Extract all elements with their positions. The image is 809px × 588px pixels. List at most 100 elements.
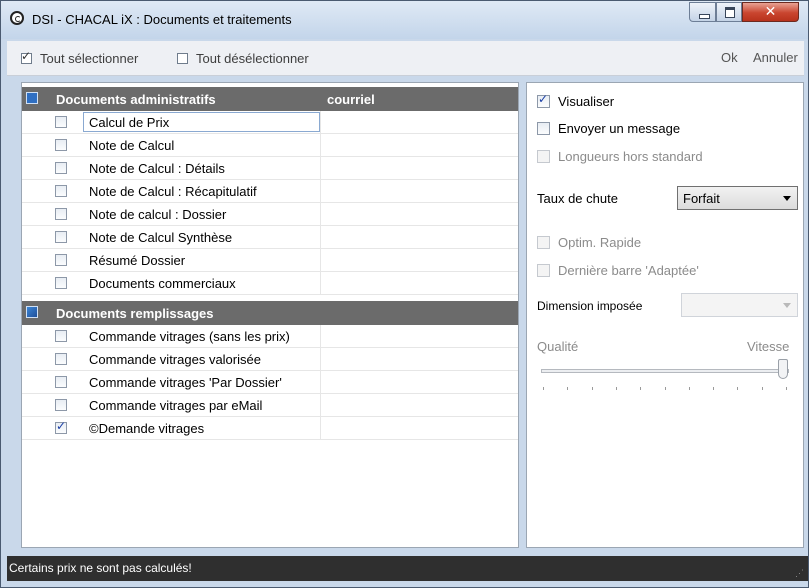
- document-checkbox[interactable]: [55, 208, 67, 220]
- document-checkbox[interactable]: [55, 185, 67, 197]
- quality-label: Qualité: [537, 339, 579, 354]
- quality-speed-slider-thumb[interactable]: [778, 359, 788, 379]
- column-separator: [320, 394, 321, 417]
- column-header-courriel: courriel: [327, 92, 375, 107]
- column-separator: [320, 417, 321, 440]
- document-label: Note de calcul : Dossier: [89, 207, 227, 222]
- slider-tick: [688, 387, 690, 390]
- document-row[interactable]: Note de Calcul : Détails: [22, 157, 518, 180]
- quick-optim-checkbox[interactable]: Optim. Rapide: [537, 235, 641, 250]
- document-row[interactable]: Commande vitrages valorisée: [22, 348, 518, 371]
- document-row[interactable]: Note de Calcul Synthèse: [22, 226, 518, 249]
- visualize-label: Visualiser: [558, 94, 615, 109]
- slider-tick: [591, 387, 593, 390]
- status-message: Certains prix ne sont pas calculés!: [9, 561, 192, 575]
- column-separator: [320, 180, 321, 203]
- document-checkbox[interactable]: [55, 376, 67, 388]
- document-label: Commande vitrages par eMail: [89, 398, 263, 413]
- quick-optim-label: Optim. Rapide: [558, 235, 642, 250]
- chevron-down-icon: [783, 196, 791, 201]
- document-label: Note de Calcul Synthèse: [89, 230, 233, 245]
- document-checkbox[interactable]: [55, 277, 67, 289]
- slider-tick: [761, 387, 763, 390]
- document-checkbox[interactable]: [55, 116, 67, 128]
- slider-tick: [615, 387, 617, 390]
- nonstandard-lengths-label: Longueurs hors standard: [558, 149, 703, 164]
- column-separator: [320, 226, 321, 249]
- visualize-checkbox[interactable]: Visualiser: [537, 92, 615, 109]
- document-row[interactable]: Commande vitrages par eMail: [22, 394, 518, 417]
- last-bar-adapted-checkbox[interactable]: Dernière barre 'Adaptée': [537, 263, 699, 278]
- chevron-down-icon: [783, 303, 791, 308]
- group-header-administratifs[interactable]: Documents administratifs courriel: [22, 87, 518, 111]
- document-row[interactable]: Calcul de Prix: [22, 111, 518, 134]
- document-checkbox[interactable]: [55, 419, 67, 434]
- deselect-all-button[interactable]: Tout désélectionner: [177, 50, 309, 66]
- cancel-button[interactable]: Annuler: [753, 50, 798, 65]
- options-panel: Visualiser Envoyer un message Longueurs …: [526, 82, 804, 548]
- column-separator: [320, 348, 321, 371]
- document-checkbox[interactable]: [55, 399, 67, 411]
- minimize-button[interactable]: [689, 2, 716, 22]
- document-label: Note de Calcul: [89, 138, 175, 153]
- column-separator: [320, 134, 321, 157]
- status-bar: Certains prix ne sont pas calculés! ⋰: [7, 556, 808, 581]
- document-row[interactable]: Documents commerciaux: [22, 272, 518, 295]
- drop-rate-select[interactable]: Forfait: [677, 186, 798, 210]
- checkbox-checked-icon: [21, 49, 32, 64]
- title-bar[interactable]: DSI - CHACAL iX : Documents et traitemen…: [1, 1, 808, 39]
- nonstandard-lengths-checkbox[interactable]: Longueurs hors standard: [537, 149, 703, 164]
- document-checkbox[interactable]: [55, 353, 67, 365]
- imposed-dimension-select[interactable]: [681, 293, 798, 317]
- documents-list: Documents administratifs courriel Calcul…: [21, 82, 519, 548]
- document-checkbox[interactable]: [55, 139, 67, 151]
- select-all-label: Tout sélectionner: [40, 50, 139, 66]
- column-separator: [320, 249, 321, 272]
- maximize-button[interactable]: [716, 2, 742, 22]
- document-label: Résumé Dossier: [89, 253, 186, 268]
- document-label: Commande vitrages valorisée: [89, 352, 261, 367]
- deselect-all-label: Tout désélectionner: [196, 50, 309, 66]
- resize-grip-icon[interactable]: ⋰: [795, 569, 804, 578]
- document-checkbox[interactable]: [55, 254, 67, 266]
- checkbox-icon: [537, 122, 550, 135]
- slider-tick: [664, 387, 666, 390]
- slider-tick: [640, 387, 642, 390]
- ok-button[interactable]: Ok: [721, 50, 738, 65]
- document-row[interactable]: Commande vitrages 'Par Dossier': [22, 371, 518, 394]
- send-message-checkbox[interactable]: Envoyer un message: [537, 121, 680, 136]
- group-header-remplissages[interactable]: Documents remplissages: [22, 301, 518, 325]
- document-row[interactable]: ©Demande vitrages: [22, 417, 518, 440]
- window-title: DSI - CHACAL iX : Documents et traitemen…: [32, 12, 292, 27]
- last-bar-adapted-label: Dernière barre 'Adaptée': [558, 263, 699, 278]
- document-row[interactable]: Note de Calcul : Récapitulatif: [22, 180, 518, 203]
- column-separator: [320, 203, 321, 226]
- slider-tick: [543, 387, 544, 390]
- maximize-icon: [725, 7, 735, 18]
- speed-label: Vitesse: [747, 339, 790, 354]
- document-label: Documents commerciaux: [89, 276, 236, 291]
- document-row[interactable]: Note de Calcul: [22, 134, 518, 157]
- document-checkbox[interactable]: [55, 231, 67, 243]
- toolbar: Tout sélectionner Tout désélectionner Ok…: [7, 41, 804, 76]
- send-message-label: Envoyer un message: [558, 121, 681, 136]
- checkbox-icon: [537, 264, 550, 277]
- select-all-button[interactable]: Tout sélectionner: [21, 49, 139, 66]
- group-title: Documents administratifs: [56, 92, 216, 107]
- slider-tick: [567, 387, 569, 390]
- document-checkbox[interactable]: [55, 162, 67, 174]
- document-checkbox[interactable]: [55, 330, 67, 342]
- group-title: Documents remplissages: [56, 306, 214, 321]
- column-separator: [320, 111, 321, 134]
- column-separator: [320, 272, 321, 295]
- document-row[interactable]: Résumé Dossier: [22, 249, 518, 272]
- drop-rate-value: Forfait: [683, 191, 720, 206]
- document-label: Note de Calcul : Récapitulatif: [89, 184, 257, 199]
- column-separator: [320, 371, 321, 394]
- close-button[interactable]: ✕: [742, 2, 799, 22]
- checkbox-icon: [537, 92, 550, 108]
- slider-tick: [737, 387, 739, 390]
- document-row[interactable]: Note de calcul : Dossier: [22, 203, 518, 226]
- quality-speed-slider-track[interactable]: [541, 369, 789, 373]
- document-row[interactable]: Commande vitrages (sans les prix): [22, 325, 518, 348]
